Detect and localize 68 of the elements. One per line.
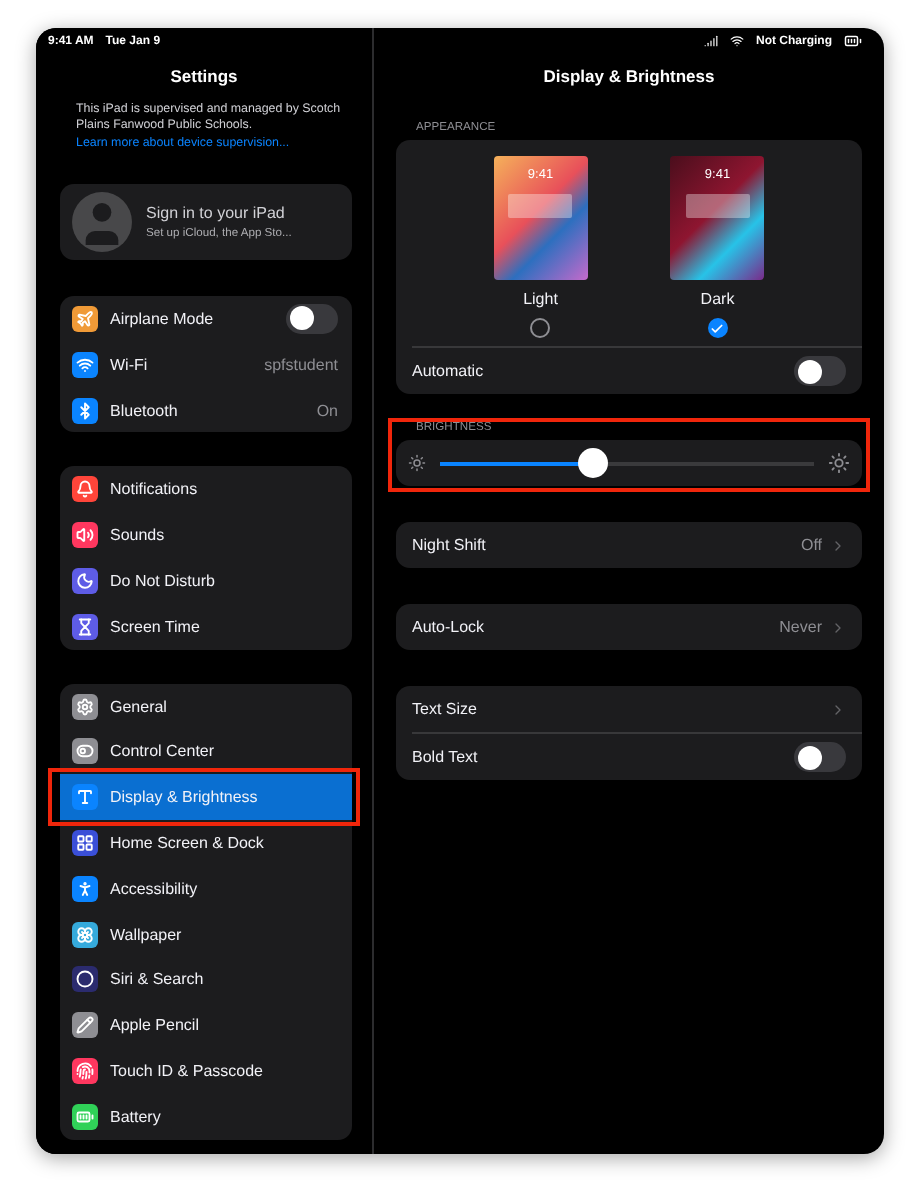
settings-item[interactable]: Wallpaper — [60, 911, 352, 957]
item-label: Sounds — [110, 526, 167, 545]
settings-item[interactable]: Battery — [60, 1093, 352, 1140]
settings-item[interactable]: Touch ID & Passcode — [60, 1048, 352, 1094]
row-value: Never — [779, 618, 822, 636]
item-label: Wi-Fi — [110, 355, 150, 374]
chevron-icon — [830, 619, 846, 635]
sun-large-icon — [828, 452, 850, 474]
settings-item[interactable]: General — [60, 683, 352, 729]
item-label: Notifications — [110, 480, 200, 499]
item-label: Wallpaper — [110, 925, 184, 944]
item-label: Home Screen & Dock — [110, 833, 266, 852]
item-label: Bluetooth — [110, 401, 180, 420]
sidebar-title: Settings — [168, 64, 240, 90]
widget-placeholder — [508, 194, 573, 218]
sun-small-icon — [408, 454, 426, 472]
settings-item[interactable]: Apple Pencil — [60, 1002, 352, 1049]
toggle-switch[interactable] — [286, 303, 338, 334]
item-label: General — [110, 697, 169, 716]
settings-row[interactable]: Bold Text — [396, 734, 862, 780]
widget-placeholder — [685, 194, 750, 218]
row-label: Night Shift — [412, 536, 488, 554]
slider-thumb[interactable] — [578, 447, 609, 477]
row-label: Bold Text — [412, 748, 480, 766]
toggle-switch[interactable] — [794, 356, 846, 386]
chevron-icon — [830, 701, 846, 717]
item-label: Control Center — [110, 742, 217, 761]
avatar-icon — [72, 192, 132, 253]
radio-button[interactable] — [707, 318, 728, 338]
settings-item[interactable]: Control Center — [60, 728, 352, 775]
settings-item[interactable]: Bluetooth On — [60, 387, 352, 433]
page-title: Display & Brightness — [541, 64, 717, 90]
settings-item[interactable]: Sounds — [60, 512, 352, 559]
chevron-icon — [830, 537, 846, 553]
settings-item[interactable]: Airplane Mode — [60, 296, 352, 342]
item-label: Do Not Disturb — [110, 571, 217, 590]
settings-item[interactable]: Do Not Disturb — [60, 558, 352, 604]
item-label: Battery — [110, 1107, 163, 1126]
item-label: Siri & Search — [110, 970, 206, 989]
battery-status-icon — [844, 32, 862, 50]
settings-item[interactable]: Siri & Search — [60, 956, 352, 1003]
row-label: Auto-Lock — [412, 618, 487, 636]
settings-item[interactable]: Screen Time — [60, 603, 352, 650]
signal-icon — [704, 34, 718, 48]
option-label: Light — [523, 290, 558, 308]
settings-row[interactable]: Auto-Lock Never — [396, 604, 862, 650]
item-label: Screen Time — [110, 617, 202, 636]
row-label: Text Size — [412, 700, 479, 718]
item-label: Apple Pencil — [110, 1016, 201, 1035]
settings-item[interactable]: Home Screen & Dock — [60, 820, 352, 866]
settings-row[interactable]: Night Shift Off — [396, 522, 862, 568]
toggle-switch[interactable] — [794, 742, 846, 772]
row-label: Automatic — [412, 362, 486, 380]
item-label: Touch ID & Passcode — [110, 1061, 265, 1080]
radio-button[interactable] — [530, 318, 551, 338]
settings-item[interactable]: Notifications — [60, 466, 352, 513]
item-label: Display & Brightness — [110, 788, 260, 807]
item-label: Accessibility — [110, 879, 200, 898]
wifi-status-icon — [730, 34, 744, 48]
settings-row[interactable]: Text Size — [396, 686, 862, 732]
row-value: Off — [800, 536, 822, 554]
settings-item[interactable]: Wi-Fi spfstudent — [60, 341, 352, 388]
profile-title: Sign in to your iPad — [146, 204, 287, 223]
option-label: Dark — [700, 290, 735, 308]
item-value: spfstudent — [264, 355, 338, 374]
item-value: On — [316, 401, 338, 420]
item-label: Airplane Mode — [110, 309, 216, 328]
settings-item[interactable]: Accessibility — [60, 865, 352, 912]
